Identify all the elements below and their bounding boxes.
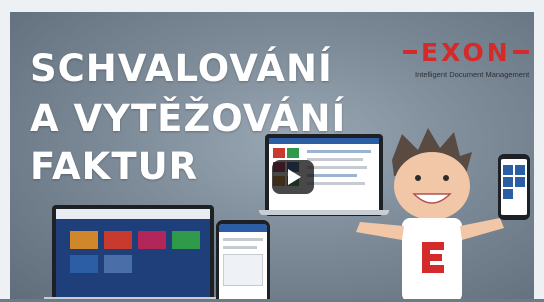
app-tile: [104, 255, 132, 273]
phone-header: [219, 224, 267, 232]
phone-document: [223, 254, 263, 286]
headline-line-3: FAKTUR: [30, 145, 199, 188]
left-laptop-topbar: [56, 209, 210, 219]
app-tile: [503, 177, 513, 187]
app-tile: [503, 165, 513, 175]
phone-line: [223, 246, 257, 249]
app-tile: [515, 165, 525, 175]
headline-line-1: SCHVALOVÁNÍ: [30, 47, 333, 90]
phone-line: [223, 238, 263, 241]
app-tile: [503, 189, 513, 199]
middle-phone-screen: [216, 220, 270, 302]
middle-phone: [216, 220, 272, 302]
app-tile: [138, 231, 166, 249]
app-tile: [70, 231, 98, 249]
exon-logo: EXON Intelligent Document Management: [403, 40, 534, 88]
app-tile: [104, 231, 132, 249]
app-tile: [172, 231, 200, 249]
mascot-arm-left: [356, 222, 404, 240]
app-tile: [515, 177, 525, 187]
headline-line-2: A VYTĚŽOVÁNÍ: [30, 97, 347, 140]
left-laptop-screen: [52, 205, 214, 302]
play-button[interactable]: [272, 160, 314, 194]
mascot-eye: [443, 175, 449, 181]
mascot-eye: [415, 175, 421, 181]
logo-tagline: Intelligent Document Management: [415, 70, 530, 79]
right-phone-screen: [498, 154, 530, 220]
logo-word: EXON: [421, 38, 511, 67]
video-frame: SCHVALOVÁNÍ A VYTĚŽOVÁNÍ FAKTUR EXON Int…: [0, 0, 544, 302]
app-tile: [273, 148, 285, 158]
left-laptop: [44, 205, 218, 302]
mascot-arm-right: [460, 218, 504, 240]
video-thumbnail[interactable]: SCHVALOVÁNÍ A VYTĚŽOVÁNÍ FAKTUR EXON Int…: [10, 12, 534, 302]
right-phone: [498, 154, 532, 220]
logo-left-bar: [403, 50, 417, 54]
mascot-head: [394, 152, 470, 220]
logo-right-bar: [513, 50, 529, 54]
app-tile: [70, 255, 98, 273]
mascot-e-icon: [422, 242, 444, 273]
app-tile: [287, 148, 299, 158]
